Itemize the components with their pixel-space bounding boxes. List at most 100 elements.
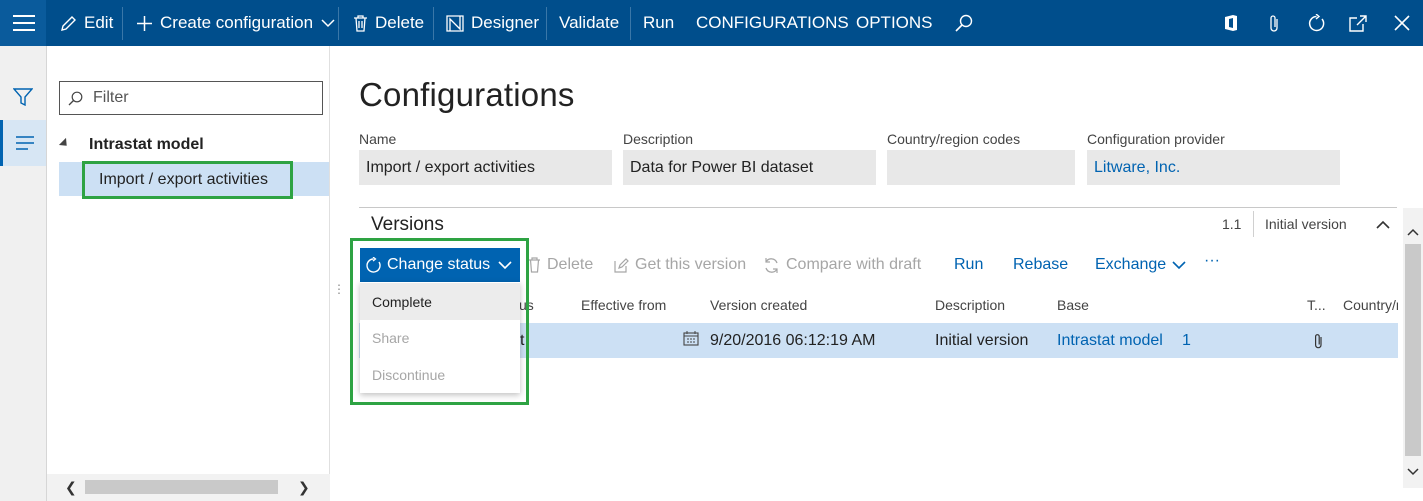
chevron-down-icon xyxy=(498,260,512,269)
list-icon xyxy=(15,136,34,150)
run-button[interactable]: Run xyxy=(643,0,674,46)
sync-icon xyxy=(765,257,778,273)
tab-options[interactable]: OPTIONS xyxy=(856,0,933,46)
menu-item-complete[interactable]: Complete xyxy=(360,283,520,320)
menu-button[interactable] xyxy=(0,0,46,46)
name-field[interactable]: Import / export activities xyxy=(359,150,612,185)
exchange-button[interactable]: Exchange xyxy=(1095,256,1192,274)
column-header-base[interactable]: Base xyxy=(1057,297,1089,313)
create-configuration-button[interactable]: Create configuration xyxy=(136,0,335,46)
tree-node-label: Intrastat model xyxy=(89,136,204,153)
column-header-t[interactable]: T... xyxy=(1307,297,1326,313)
office-icon xyxy=(1225,15,1237,31)
tab-configurations[interactable]: CONFIGURATIONS xyxy=(696,0,849,46)
compare-with-draft-label: Compare with draft xyxy=(786,256,922,273)
create-configuration-label: Create configuration xyxy=(160,13,314,32)
paperclip-icon xyxy=(1315,334,1322,349)
column-header-description[interactable]: Description xyxy=(935,297,1005,313)
version-number: 1.1 xyxy=(1222,216,1242,232)
get-this-version-button[interactable]: Get this version xyxy=(614,256,746,274)
change-status-button[interactable]: Change status xyxy=(360,248,520,282)
column-header-status[interactable]: us xyxy=(519,297,534,313)
validate-button[interactable]: Validate xyxy=(559,0,619,46)
provider-link[interactable]: Litware, Inc. xyxy=(1087,150,1340,185)
collapse-triangle-icon[interactable] xyxy=(58,137,71,150)
funnel-icon xyxy=(13,88,33,106)
run-label: Run xyxy=(643,13,675,32)
calendar-button[interactable] xyxy=(683,331,699,351)
edit-button[interactable]: Edit xyxy=(60,0,113,46)
tree-node-intrastat-model[interactable]: Intrastat model xyxy=(58,136,204,154)
section-divider xyxy=(359,207,1397,208)
filter-input[interactable]: Filter xyxy=(59,81,323,115)
paperclip-icon xyxy=(1270,14,1278,32)
scroll-left-icon[interactable]: ❮ xyxy=(65,479,77,496)
description-label: Description xyxy=(623,131,694,147)
configurations-label: CONFIGURATIONS xyxy=(696,13,849,32)
country-codes-field[interactable] xyxy=(887,150,1075,185)
menu-item-discontinue[interactable]: Discontinue xyxy=(360,356,520,393)
base-version-link[interactable]: 1 xyxy=(1182,332,1191,350)
search-button[interactable] xyxy=(955,0,973,46)
column-header-country[interactable]: Country/r xyxy=(1343,297,1398,313)
delete-version-button[interactable]: Delete xyxy=(528,256,593,274)
provider-label: Configuration provider xyxy=(1087,131,1225,147)
left-rail xyxy=(0,46,47,501)
horizontal-scrollbar[interactable]: ❮ ❯ xyxy=(47,474,330,501)
description-field[interactable]: Data for Power BI dataset xyxy=(623,150,876,185)
run-version-button[interactable]: Run xyxy=(954,256,983,274)
search-icon xyxy=(955,14,973,32)
search-icon xyxy=(68,91,83,105)
scrollbar-thumb[interactable] xyxy=(1405,244,1421,456)
header-separator xyxy=(1253,211,1254,237)
chevron-down-icon xyxy=(321,18,335,27)
close-button[interactable] xyxy=(1394,0,1410,46)
refresh-button[interactable] xyxy=(1307,0,1326,46)
toolbar-separator xyxy=(122,7,123,40)
scrollbar-thumb[interactable] xyxy=(85,480,278,494)
rebase-label: Rebase xyxy=(1013,256,1069,273)
collapse-section-button[interactable] xyxy=(1376,216,1390,234)
run-version-label: Run xyxy=(954,256,984,273)
version-created-cell: 9/20/2016 06:12:19 AM xyxy=(710,332,876,349)
scroll-right-icon[interactable]: ❯ xyxy=(298,479,310,496)
top-toolbar: Edit Create configuration Delete Designe… xyxy=(0,0,1423,46)
more-actions-button[interactable]: ··· xyxy=(1204,252,1220,270)
toolbar-separator xyxy=(338,7,339,40)
scroll-down-icon[interactable] xyxy=(1407,468,1419,476)
tree-node-import-export-activities[interactable]: Import / export activities xyxy=(82,161,293,199)
versions-title[interactable]: Versions xyxy=(371,214,444,236)
exchange-label: Exchange xyxy=(1095,256,1167,273)
more-actions-label: ··· xyxy=(1204,252,1220,269)
delete-version-label: Delete xyxy=(547,256,594,273)
toolbar-separator xyxy=(630,7,631,40)
open-new-window-button[interactable] xyxy=(1349,0,1368,46)
attachment-indicator[interactable] xyxy=(1313,333,1324,355)
menu-item-share[interactable]: Share xyxy=(360,319,520,356)
delete-button[interactable]: Delete xyxy=(353,0,424,46)
base-link[interactable]: Intrastat model xyxy=(1057,332,1163,350)
designer-button[interactable]: Designer xyxy=(446,0,539,46)
column-header-effective-from[interactable]: Effective from xyxy=(581,297,666,313)
vertical-scrollbar[interactable] xyxy=(1403,208,1423,488)
filter-pane-button[interactable] xyxy=(0,74,46,120)
designer-label: Designer xyxy=(471,13,540,32)
get-this-version-label: Get this version xyxy=(635,256,747,273)
country-codes-label: Country/region codes xyxy=(887,131,1021,147)
chevron-up-icon xyxy=(1376,220,1390,229)
office-button[interactable] xyxy=(1223,0,1239,46)
trash-icon xyxy=(529,257,540,273)
change-status-menu: Complete Share Discontinue xyxy=(360,282,520,393)
page-title: Configurations xyxy=(359,76,575,113)
close-icon xyxy=(1394,15,1410,31)
chevron-down-icon xyxy=(1172,260,1186,269)
scroll-up-icon[interactable] xyxy=(1407,228,1419,236)
attachments-button[interactable] xyxy=(1268,0,1280,46)
list-pane-button[interactable] xyxy=(0,120,46,166)
tree-node-label: Import / export activities xyxy=(99,171,268,188)
hamburger-icon xyxy=(13,15,35,31)
pane-splitter[interactable]: ⋮ xyxy=(333,282,345,296)
compare-with-draft-button[interactable]: Compare with draft xyxy=(763,256,921,274)
rebase-button[interactable]: Rebase xyxy=(1013,256,1068,274)
column-header-version-created[interactable]: Version created xyxy=(710,297,807,313)
